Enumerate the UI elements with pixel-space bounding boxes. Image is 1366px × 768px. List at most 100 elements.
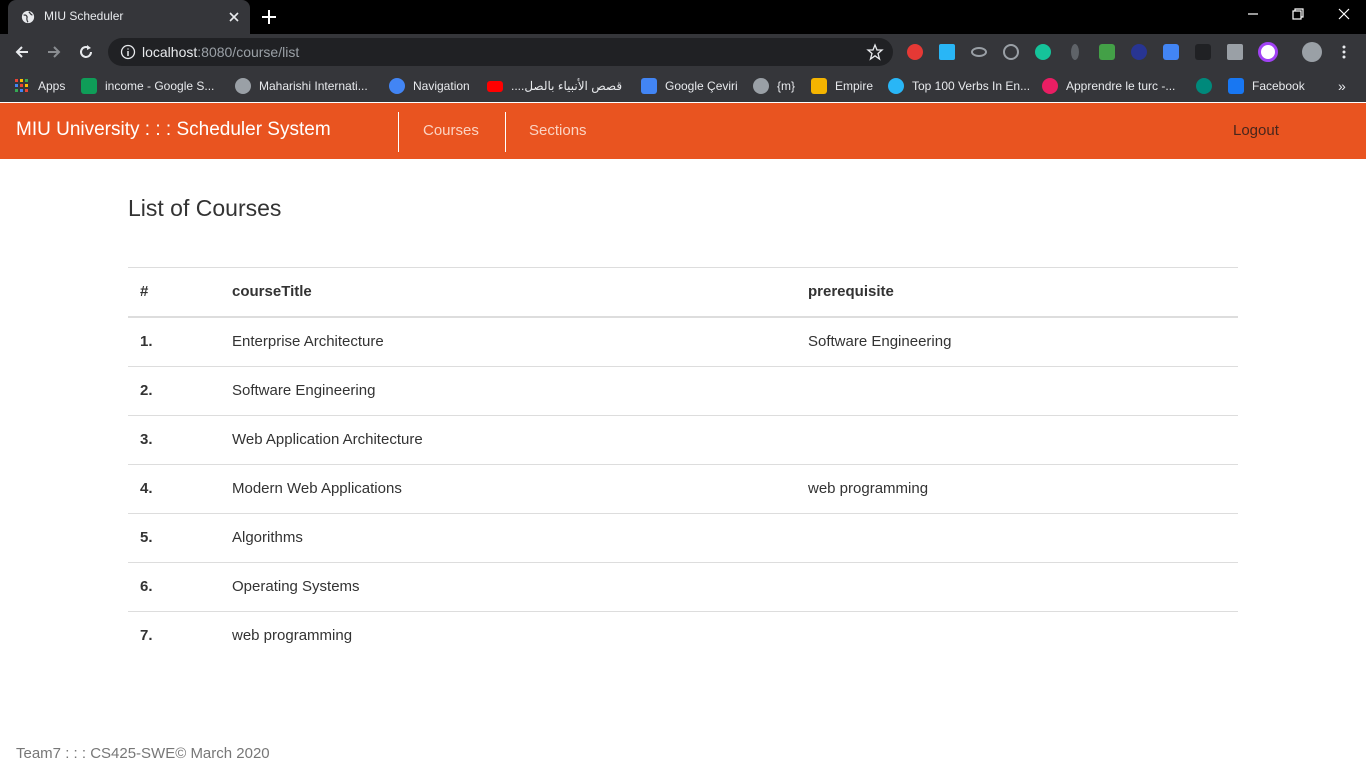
new-tab-icon[interactable] — [260, 8, 278, 26]
bookmark-label: Maharishi Internati... — [259, 79, 368, 93]
close-tab-icon[interactable] — [226, 9, 242, 25]
bookmark-empire[interactable]: Empire — [811, 77, 873, 95]
apps-grid-icon — [15, 79, 28, 92]
circle-extension-icon[interactable] — [1003, 44, 1019, 60]
row-num: 5. — [140, 529, 153, 546]
header-num: # — [140, 283, 149, 300]
row-course-title: Software Engineering — [232, 382, 376, 399]
tree-extension-icon[interactable] — [1099, 44, 1115, 60]
nav-sections-link[interactable]: Sections — [529, 122, 587, 139]
bookmark-label: Apps — [38, 79, 66, 93]
bookmark-top-verbs[interactable]: Top 100 Verbs In En... — [888, 77, 1030, 95]
bookmark-income[interactable]: income - Google S... — [81, 77, 214, 95]
reload-icon[interactable] — [76, 42, 96, 62]
bookmark-label: income - Google S... — [105, 79, 215, 93]
infinity-extension-icon[interactable] — [971, 47, 987, 57]
navigation-icon — [389, 78, 405, 94]
verbs-icon — [888, 78, 904, 94]
bookmark-label: ....قصص الأنبياء بالصل — [511, 79, 623, 93]
bookmark-label: Google Çeviri — [665, 79, 738, 93]
facebook-icon — [1228, 78, 1244, 94]
page-footer: Team7 : : : CS425-SWE© March 2020 — [16, 745, 270, 762]
adblock-extension-icon[interactable] — [907, 44, 923, 60]
brand-title[interactable]: MIU University : : : Scheduler System — [16, 119, 331, 141]
translate-icon — [641, 78, 657, 94]
more-bookmarks-label: » — [1338, 78, 1346, 94]
bookmark-unnamed[interactable] — [1196, 77, 1212, 95]
minimize-icon[interactable] — [1245, 6, 1261, 22]
row-num: 4. — [140, 480, 153, 497]
info-icon[interactable] — [120, 44, 136, 60]
language-icon — [1042, 78, 1058, 94]
table-row: 7. web programming — [128, 612, 1238, 661]
page-title: List of Courses — [128, 195, 282, 221]
table-row: 4. Modern Web Applications web programmi… — [128, 465, 1238, 514]
bookmark-label: Navigation — [413, 79, 470, 93]
url-text[interactable]: localhost:8080/course/list — [142, 44, 299, 60]
shield-extension-icon[interactable] — [1131, 44, 1147, 60]
header-prerequisite: prerequisite — [808, 283, 894, 300]
site-icon — [1196, 78, 1212, 94]
nav-courses-link[interactable]: Courses — [423, 122, 479, 139]
forward-arrow-icon[interactable] — [44, 42, 64, 62]
bookmark-maharishi[interactable]: Maharishi Internati... — [235, 77, 368, 95]
browser-tab[interactable]: MIU Scheduler — [8, 0, 250, 34]
table-header-row: # courseTitle prerequisite — [128, 268, 1238, 318]
bookmark-google-ceviri[interactable]: Google Çeviri — [641, 77, 738, 95]
row-num: 2. — [140, 382, 153, 399]
bookmark-m[interactable]: {m} — [753, 77, 795, 95]
table-row: 1. Enterprise Architecture Software Engi… — [128, 318, 1238, 367]
header-course-title: courseTitle — [232, 283, 312, 300]
table-row: 5. Algorithms — [128, 514, 1238, 563]
table-row: 3. Web Application Architecture — [128, 416, 1238, 465]
more-bookmarks-button[interactable]: » — [1338, 77, 1346, 95]
more-vertical-icon[interactable] — [1337, 44, 1351, 60]
url-path: :8080/course/list — [197, 44, 300, 60]
restore-icon[interactable] — [1290, 6, 1306, 22]
bookmark-navigation[interactable]: Navigation — [389, 77, 470, 95]
address-bar[interactable]: localhost:8080/course/list — [108, 38, 893, 66]
bookmark-apps[interactable]: Apps — [14, 77, 65, 95]
row-course-title: Web Application Architecture — [232, 431, 423, 448]
globe-icon — [21, 10, 35, 24]
bookmark-youtube[interactable]: ....قصص الأنبياء بالصل — [487, 77, 622, 95]
tab-title: MIU Scheduler — [44, 9, 124, 23]
close-window-icon[interactable] — [1336, 6, 1352, 22]
globe-icon — [235, 78, 251, 94]
browser-tab-strip: MIU Scheduler — [0, 0, 1366, 34]
bookmarks-bar: Apps income - Google S... Maharishi Inte… — [0, 70, 1366, 102]
table-row: 6. Operating Systems — [128, 563, 1238, 612]
row-course-title: Enterprise Architecture — [232, 333, 384, 350]
row-prerequisite: Software Engineering — [808, 333, 952, 350]
bookmark-label: Facebook — [1252, 79, 1305, 93]
row-prerequisite: web programming — [808, 480, 929, 497]
grammarly-extension-icon[interactable] — [1035, 44, 1051, 60]
star-icon[interactable] — [866, 43, 884, 61]
record-extension-icon[interactable] — [1258, 42, 1278, 62]
nav-divider — [398, 112, 399, 152]
translate-extension-icon[interactable] — [1163, 44, 1179, 60]
sheets-icon — [81, 78, 97, 94]
bookmark-label: Top 100 Verbs In En... — [912, 79, 1031, 93]
row-course-title: web programming — [232, 627, 353, 644]
courses-table: # courseTitle prerequisite 1. Enterprise… — [128, 267, 1238, 661]
profile-avatar[interactable] — [1302, 42, 1322, 62]
bookmark-facebook[interactable]: Facebook — [1228, 77, 1305, 95]
bookmark-apprendre[interactable]: Apprendre le turc -... — [1042, 77, 1175, 95]
facebook-extension-icon[interactable] — [1227, 44, 1243, 60]
pinwheel-extension-icon[interactable] — [939, 44, 955, 60]
row-num: 6. — [140, 578, 153, 595]
bookmark-label: {m} — [777, 79, 796, 93]
bookmark-label: Apprendre le turc -... — [1066, 79, 1176, 93]
row-course-title: Operating Systems — [232, 578, 360, 595]
row-course-title: Modern Web Applications — [232, 480, 402, 497]
logout-link[interactable]: Logout — [1233, 122, 1279, 139]
back-arrow-icon[interactable] — [12, 42, 32, 62]
app-navbar: MIU University : : : Scheduler System Co… — [0, 103, 1366, 159]
url-host: localhost — [142, 44, 198, 60]
table-row: 2. Software Engineering — [128, 367, 1238, 416]
bookmark-label: Empire — [835, 79, 874, 93]
pin-extension-icon[interactable] — [1071, 44, 1079, 60]
empire-icon — [811, 78, 827, 94]
terminal-extension-icon[interactable] — [1195, 44, 1211, 60]
